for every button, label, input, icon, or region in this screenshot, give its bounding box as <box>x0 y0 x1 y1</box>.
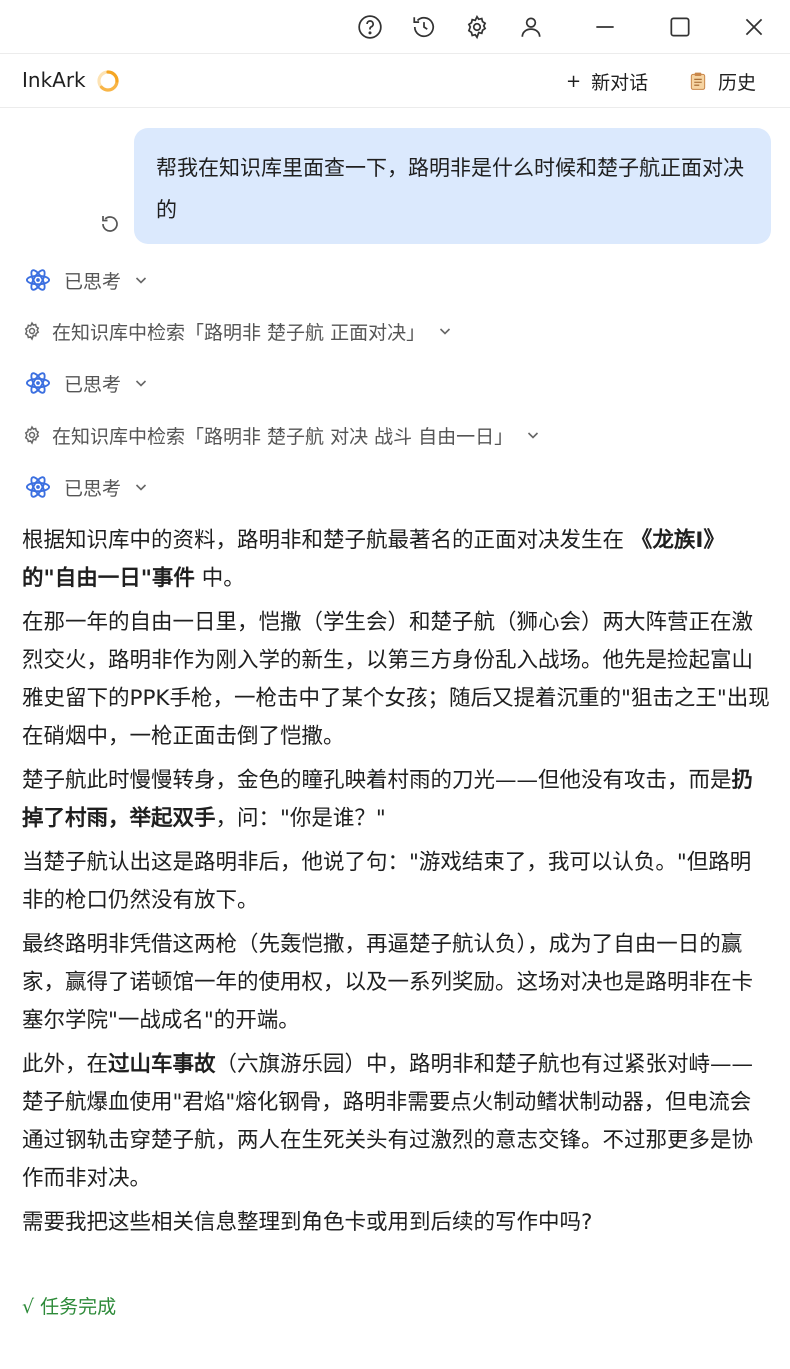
answer-paragraph: 根据知识库中的资料，路明非和楚子航最著名的正面对决发生在 《龙族Ⅰ》的"自由一日… <box>22 522 770 598</box>
gear-icon <box>24 425 40 445</box>
user-message-text: 帮我在知识库里面查一下，路明非是什么时候和楚子航正面对决的 <box>156 156 744 222</box>
loading-spinner-icon <box>97 70 119 92</box>
thinking-step[interactable]: 已思考 <box>22 263 149 297</box>
atom-icon <box>25 372 51 394</box>
answer-paragraph: 此外，在过山车事故（六旗游乐园）中，路明非和楚子航也有过紧张对峙——楚子航爆血使… <box>22 1046 770 1198</box>
history-icon[interactable] <box>409 12 439 42</box>
search-step-label: 在知识库中检索「路明非 楚子航 对决 战斗 自由一日」 <box>52 425 514 448</box>
search-step[interactable]: 在知识库中检索「路明非 楚子航 正面对决」 <box>22 314 453 348</box>
history-label: 历史 <box>718 71 757 94</box>
gear-icon <box>24 321 40 341</box>
answer-text: 根据知识库中的资料，路明非和楚子航最著名的正面对决发生在 <box>22 528 631 553</box>
answer-text: 此外，在 <box>22 1052 109 1077</box>
answer-paragraph: 在那一年的自由一日里，恺撒（学生会）和楚子航（狮心会）两大阵营正在激烈交火，路明… <box>22 610 770 749</box>
answer-paragraph: 楚子航此时慢慢转身，金色的瞳孔映着村雨的刀光——但他没有攻击，而是扔掉了村雨，举… <box>22 762 770 838</box>
plus-icon: + <box>566 70 582 92</box>
user-message-bubble: 帮我在知识库里面查一下，路明非是什么时候和楚子航正面对决的 <box>134 128 771 244</box>
clipboard-icon <box>690 72 706 90</box>
search-step[interactable]: 在知识库中检索「路明非 楚子航 对决 战斗 自由一日」 <box>22 418 541 452</box>
thinking-label: 已思考 <box>64 373 122 396</box>
answer-text: 楚子航此时慢慢转身，金色的瞳孔映着村雨的刀光——但他没有攻击，而是 <box>22 768 732 793</box>
settings-icon[interactable] <box>462 12 492 42</box>
answer-paragraph: 最终路明非凭借这两枪（先轰恺撒，再逼楚子航认负），成为了自由一日的赢家，赢得了诺… <box>22 932 754 1033</box>
new-chat-button[interactable]: + 新对话 <box>556 64 658 98</box>
history-button[interactable]: 历史 <box>678 64 766 98</box>
chevron-down-icon <box>528 432 539 439</box>
answer-paragraph: 需要我把这些相关信息整理到角色卡或用到后续的写作中吗? <box>22 1210 593 1235</box>
chevron-down-icon <box>135 380 147 387</box>
app-header: InkArk + 新对话 历史 <box>0 54 790 108</box>
close-icon[interactable] <box>739 12 769 42</box>
thinking-step[interactable]: 已思考 <box>22 470 149 504</box>
window-titlebar <box>0 0 790 54</box>
chevron-down-icon <box>135 277 147 284</box>
atom-icon <box>25 269 51 291</box>
search-step-label: 在知识库中检索「路明非 楚子航 正面对决」 <box>52 321 426 344</box>
maximize-icon[interactable] <box>665 12 695 42</box>
atom-icon <box>25 476 51 498</box>
answer-paragraph: 当楚子航认出这是路明非后，他说了句："游戏结束了，我可以认负。"但路明非的枪口仍… <box>22 850 752 913</box>
answer-bold-text: 过山车事故 <box>108 1052 216 1077</box>
thinking-step[interactable]: 已思考 <box>22 366 149 400</box>
retry-icon[interactable] <box>98 212 122 236</box>
answer-text: ，问："你是谁？" <box>215 806 386 831</box>
assistant-answer: 根据知识库中的资料，路明非和楚子航最著名的正面对决发生在 《龙族Ⅰ》的"自由一日… <box>22 522 770 1248</box>
thinking-label: 已思考 <box>64 270 122 293</box>
answer-text: 中。 <box>194 566 245 591</box>
app-name: InkArk <box>22 68 86 92</box>
minimize-icon[interactable] <box>590 12 620 42</box>
user-icon[interactable] <box>516 12 546 42</box>
help-icon[interactable] <box>355 12 385 42</box>
thinking-label: 已思考 <box>64 477 122 500</box>
task-complete-status: √ 任务完成 <box>22 1296 117 1318</box>
chevron-down-icon <box>135 484 147 491</box>
new-chat-label: 新对话 <box>591 71 649 94</box>
chevron-down-icon <box>440 328 451 335</box>
